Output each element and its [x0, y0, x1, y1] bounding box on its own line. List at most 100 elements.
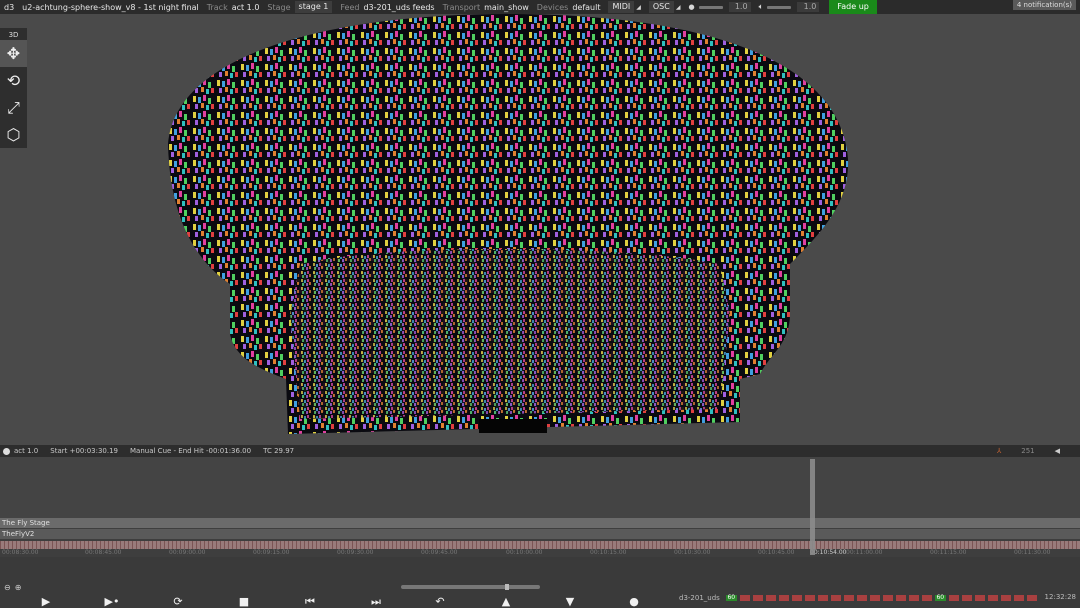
- transport-buttons: ▶ ▶• ⟳ ■ ⏮ ⏭ ↶ ▲ ▼ ●: [30, 595, 650, 608]
- feed-status: d3-201_uds 60 60: [679, 594, 1037, 602]
- move-arrows-icon: ✥: [6, 44, 21, 63]
- tool-palette: 3D ✥ ⟲ ⤢ ⬡: [0, 28, 27, 148]
- system-clock: 12:32:28: [1044, 593, 1076, 601]
- timeline-time-label: 00:09:15.00: [253, 549, 290, 556]
- timeline-time-label: 00:10:00.00: [506, 549, 543, 556]
- volume-value[interactable]: 1.0: [797, 2, 820, 12]
- transport-selector[interactable]: Transport main_show: [439, 0, 533, 14]
- timeline-time-label: 00:08:30.00: [2, 549, 39, 556]
- record-button[interactable]: ●: [624, 595, 644, 608]
- triangle-up-icon: ▲: [501, 595, 511, 608]
- object-tool[interactable]: ⬡: [0, 121, 27, 148]
- dome-interior: [290, 249, 730, 419]
- volume-slider[interactable]: [767, 5, 792, 9]
- timeline-scrollbar-handle[interactable]: [505, 584, 509, 590]
- cue-info-bar: act 1.0 Start +00:03:30.19 Manual Cue - …: [0, 445, 1080, 457]
- feed-indicator: [895, 595, 906, 601]
- master-level-slider[interactable]: [698, 5, 723, 9]
- previous-cue-button[interactable]: ▲: [496, 595, 516, 608]
- zoom-controls: ⊖ ⊕: [4, 583, 21, 592]
- record-icon: ●: [629, 595, 639, 608]
- collapse-icon[interactable]: ◀: [1055, 447, 1060, 455]
- master-level-value[interactable]: 1.0: [728, 2, 751, 12]
- timeline-time-labels: 00:08:30.00 00:08:45.00 00:09:00.00 00:09:1…: [0, 549, 1080, 557]
- feed-indicator: [765, 595, 776, 601]
- feed-indicator: [961, 595, 972, 601]
- previous-section-button[interactable]: ⏮: [300, 595, 320, 608]
- cue-track-name[interactable]: act 1.0: [14, 447, 38, 455]
- scale-icon: ⤢: [7, 97, 20, 117]
- playhead[interactable]: [810, 459, 815, 555]
- layer-theflyv2[interactable]: TheFlyV2: [0, 529, 1080, 539]
- stop-button[interactable]: ■: [234, 595, 254, 608]
- layer-count: 251: [1021, 447, 1035, 455]
- skip-back-icon: ⏮: [305, 595, 315, 608]
- play-icon: ▶: [41, 595, 51, 608]
- play-to-end-button[interactable]: ▶•: [102, 595, 122, 608]
- timeline[interactable]: The Fly Stage TheFlyV2 00:08:30.00 00:08:…: [0, 457, 1080, 608]
- fade-up-button[interactable]: Fade up: [829, 0, 877, 14]
- scale-tool[interactable]: ⤢: [0, 94, 27, 121]
- osc-toggle[interactable]: OSC ◢: [645, 0, 685, 14]
- feed-selector[interactable]: Feed d3-201_uds feeds: [336, 0, 438, 14]
- record-dot-icon: ●: [688, 3, 695, 11]
- timeline-track-area[interactable]: [0, 457, 1080, 518]
- top-bar: d3 u2-achtung-sphere-show_v8 - 1st night…: [0, 0, 1080, 14]
- midi-toggle[interactable]: MIDI ◢: [604, 0, 644, 14]
- rotate-tool[interactable]: ⟲: [0, 67, 27, 94]
- feed-indicator: [739, 595, 750, 601]
- timeline-scrollbar[interactable]: [401, 585, 540, 589]
- feed-indicator: [791, 595, 802, 601]
- feed-indicator: [804, 595, 815, 601]
- feed-indicator: [843, 595, 854, 601]
- timeline-time-label: 00:09:45.00: [421, 549, 458, 556]
- feed-status-name: d3-201_uds: [679, 594, 720, 602]
- feed-indicator: [921, 595, 932, 601]
- speaker-icon: 🔈︎: [758, 2, 764, 11]
- return-button[interactable]: ↶: [430, 595, 450, 608]
- notifications-button[interactable]: 4 notification(s): [1012, 0, 1076, 10]
- track-selector[interactable]: Track act 1.0: [203, 0, 264, 14]
- layer-the-fly-stage[interactable]: The Fly Stage: [0, 518, 1080, 528]
- next-section-button[interactable]: ⏭: [366, 595, 386, 608]
- triangle-down-icon: ▼: [565, 595, 575, 608]
- loop-button[interactable]: ⟳: [168, 595, 188, 608]
- track-status-icon: [3, 447, 10, 455]
- rotate-icon: ⟲: [6, 71, 21, 90]
- feed-indicator: [856, 595, 867, 601]
- play-to-end-icon: ▶•: [104, 595, 120, 608]
- feed-indicator: [778, 595, 789, 601]
- timeline-time-label: 00:11:15.00: [930, 549, 967, 556]
- timeline-frame-ruler[interactable]: [0, 541, 1080, 549]
- feed-indicator: [752, 595, 763, 601]
- feed-status-value-a: 60: [725, 594, 737, 601]
- next-cue-button[interactable]: ▼: [560, 595, 580, 608]
- project-name[interactable]: u2-achtung-sphere-show_v8 - 1st night fi…: [18, 0, 203, 14]
- stage-base: [479, 419, 547, 433]
- timeline-time-label: 00:10:30.00: [674, 549, 711, 556]
- move-tool[interactable]: ✥: [0, 40, 27, 67]
- volume-level[interactable]: 🔈︎ 1.0: [755, 0, 824, 14]
- devices-selector[interactable]: Devices default: [533, 0, 605, 14]
- master-level[interactable]: ● 1.0: [684, 0, 754, 14]
- stage-selector[interactable]: Stage stage 1: [263, 0, 336, 14]
- axes-icon[interactable]: ⅄: [997, 447, 1001, 455]
- feed-indicator: [830, 595, 841, 601]
- feed-indicator: [882, 595, 893, 601]
- timeline-time-label: 00:09:30.00: [337, 549, 374, 556]
- feed-indicator: [948, 595, 959, 601]
- feed-indicator: [908, 595, 919, 601]
- play-button[interactable]: ▶: [36, 595, 56, 608]
- timeline-time-label: 00:10:54.00: [810, 549, 847, 556]
- feed-status-value-b: 60: [934, 594, 946, 601]
- cue-right-info: ⅄ 251 ◀: [997, 445, 1072, 457]
- feed-indicator: [817, 595, 828, 601]
- 3d-viewport[interactable]: 3D ✥ ⟲ ⤢ ⬡: [0, 14, 1080, 445]
- timeline-time-label: 00:11:30.00: [1014, 549, 1051, 556]
- zoom-in-icon[interactable]: ⊕: [15, 583, 22, 592]
- timeline-time-label: 00:10:45.00: [758, 549, 795, 556]
- stop-icon: ■: [238, 595, 250, 608]
- feed-indicator: [1000, 595, 1011, 601]
- zoom-out-icon[interactable]: ⊖: [4, 583, 11, 592]
- return-icon: ↶: [435, 595, 445, 608]
